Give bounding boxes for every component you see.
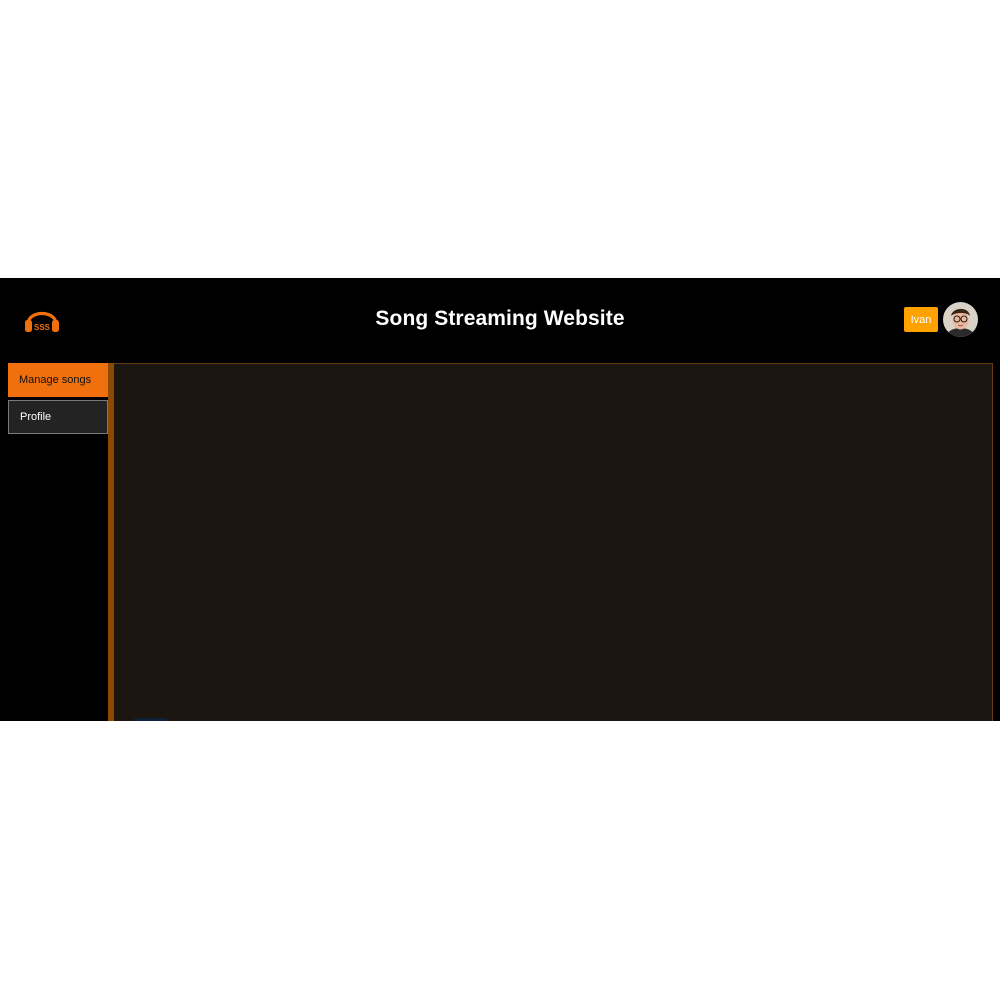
main-content-panel [114,363,993,721]
sidebar-item-profile[interactable]: Profile [8,400,108,434]
sidebar-item-manage-songs[interactable]: Manage songs [8,363,108,397]
content-element-stub [134,718,167,721]
page-title: Song Streaming Website [375,307,625,330]
sidebar-item-label: Profile [20,411,52,423]
sidebar-item-label: Manage songs [19,374,92,386]
header: SSS Song Streaming Website Ivan [0,278,1000,363]
user-name-button[interactable]: Ivan [904,307,938,332]
sidebar: Manage songs Profile [8,363,108,434]
user-avatar[interactable] [943,302,978,337]
app-window: SSS Song Streaming Website Ivan Manage s… [0,278,1000,721]
